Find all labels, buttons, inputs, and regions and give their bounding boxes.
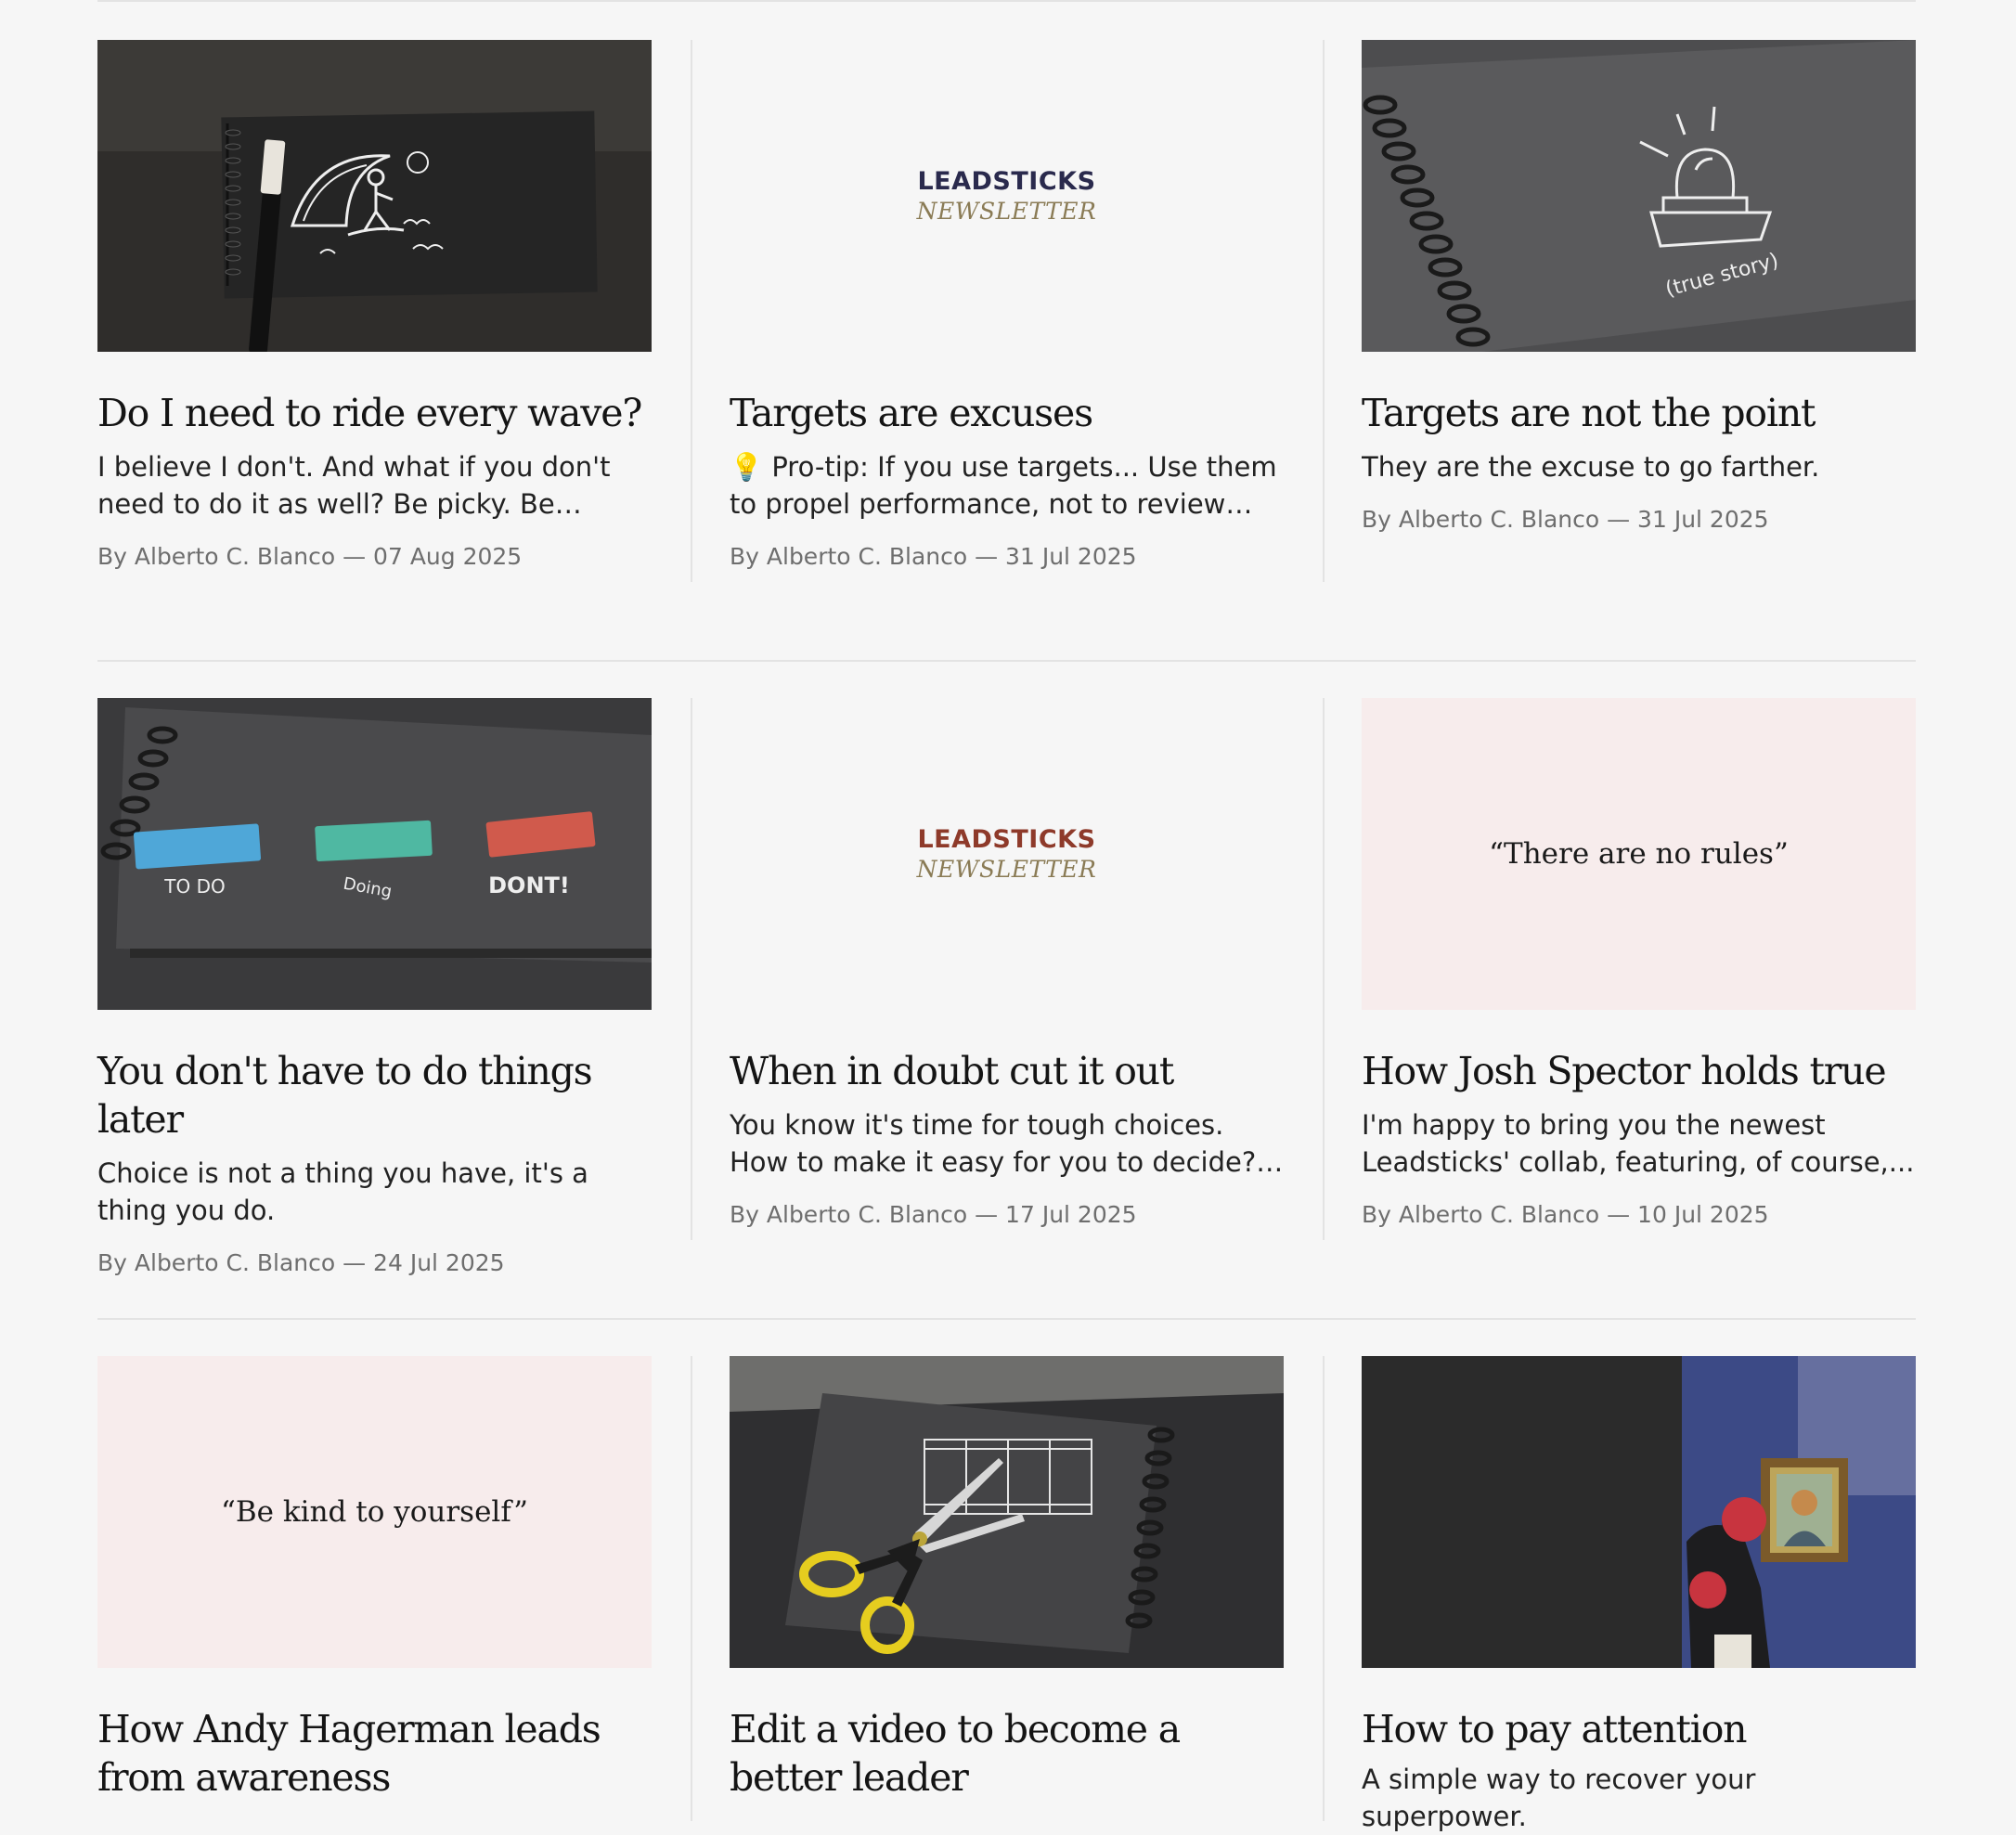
- notebook-sticky-notes-image: TO DO Doing DONT!: [97, 698, 652, 1010]
- post-title[interactable]: How Andy Hagerman leads from awareness: [97, 1705, 652, 1802]
- post-title[interactable]: Targets are not the point: [1362, 389, 1916, 437]
- post-meta: By Alberto C. Blanco — 17 Jul 2025: [730, 1201, 1137, 1228]
- post-card[interactable]: Do I need to ride every wave? I believe …: [97, 40, 652, 573]
- post-thumbnail[interactable]: LEADSTICKS NEWSLETTER: [730, 698, 1284, 1010]
- row-divider: [97, 1318, 1916, 1320]
- post-title[interactable]: How Josh Spector holds true: [1362, 1047, 1916, 1095]
- post-excerpt: A simple way to recover your superpower.: [1362, 1764, 1756, 1832]
- column-divider: [691, 40, 692, 582]
- post-excerpt: Choice is not a thing you have, it's a t…: [97, 1157, 588, 1226]
- post-title[interactable]: Do I need to ride every wave?: [97, 389, 652, 437]
- notebook-scissors-image: [730, 1356, 1284, 1668]
- post-thumbnail[interactable]: “There are no rules”: [1362, 698, 1916, 1010]
- post-thumbnail[interactable]: [1362, 1356, 1916, 1668]
- post-card[interactable]: “Be kind to yourself” How Andy Hagerman …: [97, 1356, 652, 1802]
- leadsticks-logo: LEADSTICKS: [917, 167, 1096, 196]
- post-card[interactable]: (true story) Targets are not the point T…: [1362, 40, 1916, 536]
- post-excerpt: I'm happy to bring you the newest Leadst…: [1362, 1109, 1915, 1178]
- notebook-alarm-image: (true story): [1362, 40, 1916, 352]
- post-meta: By Alberto C. Blanco — 31 Jul 2025: [730, 543, 1137, 570]
- post-thumbnail[interactable]: (true story): [1362, 40, 1916, 352]
- column-divider: [1323, 1356, 1325, 1821]
- post-thumbnail[interactable]: LEADSTICKS NEWSLETTER: [730, 40, 1284, 352]
- quote-text: “Be kind to yourself”: [221, 1495, 528, 1529]
- column-divider: [691, 1356, 692, 1821]
- dont-label: DONT!: [488, 872, 570, 898]
- post-excerpt: You know it's time for tough choices. Ho…: [730, 1109, 1257, 1178]
- post-excerpt: I believe I don't. And what if you don't…: [97, 451, 611, 520]
- column-divider: [1323, 698, 1325, 1240]
- newsletter-label: NEWSLETTER: [916, 198, 1097, 225]
- post-meta: By Alberto C. Blanco — 10 Jul 2025: [1362, 1201, 1769, 1228]
- post-title[interactable]: Targets are excuses: [730, 389, 1284, 437]
- post-meta: By Alberto C. Blanco — 24 Jul 2025: [97, 1249, 505, 1276]
- post-card[interactable]: Edit a video to become a better leader: [730, 1356, 1284, 1802]
- column-divider: [691, 698, 692, 1240]
- leadsticks-logo: LEADSTICKS: [917, 825, 1096, 854]
- post-title[interactable]: When in doubt cut it out: [730, 1047, 1284, 1095]
- post-card[interactable]: How to pay attention A simple way to rec…: [1362, 1356, 1916, 1835]
- post-title[interactable]: How to pay attention: [1362, 1705, 1916, 1753]
- museum-photo-image: [1362, 1356, 1916, 1668]
- post-card[interactable]: “There are no rules” How Josh Spector ho…: [1362, 698, 1916, 1231]
- post-excerpt: They are the excuse to go farther.: [1362, 451, 1820, 483]
- post-card[interactable]: LEADSTICKS NEWSLETTER When in doubt cut …: [730, 698, 1284, 1231]
- post-title[interactable]: Edit a video to become a better leader: [730, 1705, 1284, 1802]
- post-card[interactable]: LEADSTICKS NEWSLETTER Targets are excuse…: [730, 40, 1284, 573]
- notebook-surfer-image: [97, 40, 652, 352]
- post-meta: By Alberto C. Blanco — 31 Jul 2025: [1362, 506, 1769, 533]
- row-divider: [97, 660, 1916, 662]
- todo-label: TO DO: [163, 875, 225, 898]
- newsletter-label: NEWSLETTER: [916, 856, 1097, 883]
- post-thumbnail[interactable]: TO DO Doing DONT!: [97, 698, 652, 1010]
- post-meta: By Alberto C. Blanco — 07 Aug 2025: [97, 543, 523, 570]
- post-thumbnail[interactable]: [97, 40, 652, 352]
- post-title[interactable]: You don't have to do things later: [97, 1047, 652, 1144]
- post-card[interactable]: TO DO Doing DONT! You don't have to do t…: [97, 698, 652, 1279]
- column-divider: [1323, 40, 1325, 582]
- post-excerpt: 💡 Pro-tip: If you use targets... Use the…: [730, 451, 1277, 520]
- top-divider: [97, 0, 1916, 2]
- post-thumbnail[interactable]: [730, 1356, 1284, 1668]
- post-thumbnail[interactable]: “Be kind to yourself”: [97, 1356, 652, 1668]
- quote-text: “There are no rules”: [1489, 837, 1789, 871]
